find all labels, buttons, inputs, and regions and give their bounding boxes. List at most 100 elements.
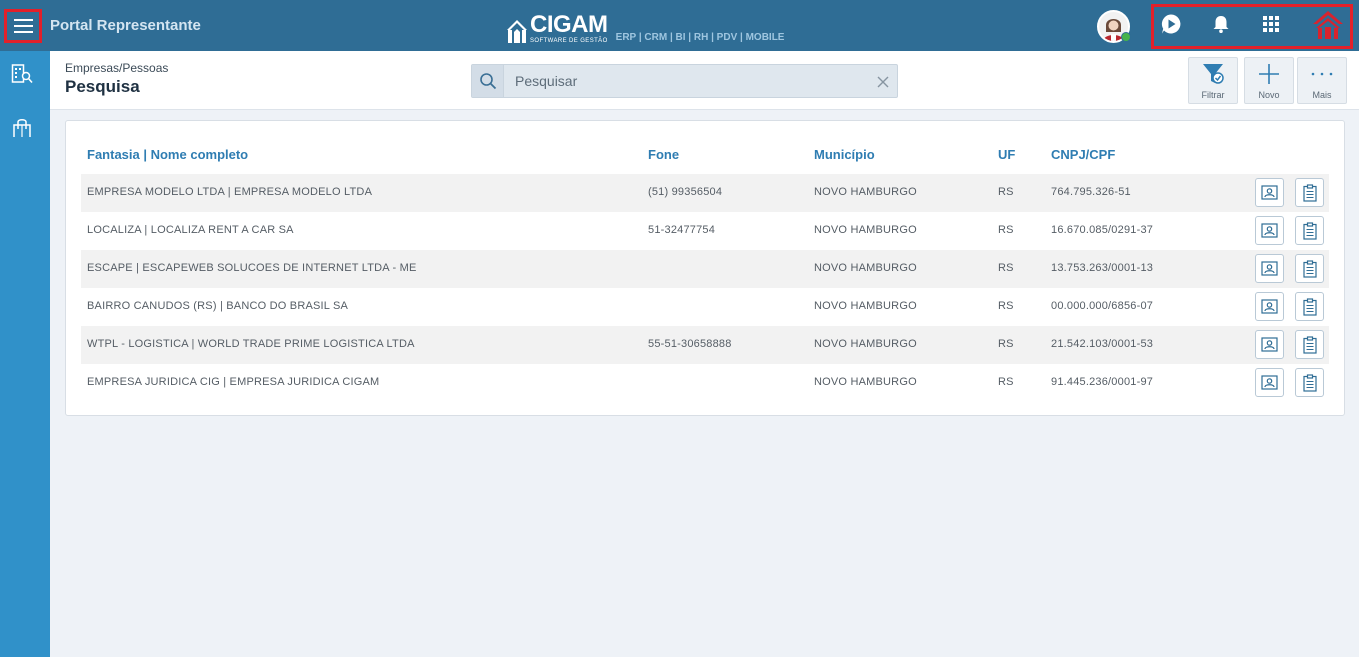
table-row[interactable]: ESCAPE | ESCAPEWEB SOLUCOES DE INTERNET … <box>81 250 1329 288</box>
table-row[interactable]: BAIRRO CANUDOS (RS) | BANCO DO BRASIL SA… <box>81 288 1329 326</box>
search-input[interactable] <box>505 65 865 97</box>
results-table: Fantasia | Nome completo Fone Município … <box>65 120 1345 416</box>
view-contact-button[interactable] <box>1255 178 1284 207</box>
logo-subtitle: SOFTWARE DE GESTÃO <box>530 38 608 44</box>
column-header-name[interactable]: Fantasia | Nome completo <box>87 147 248 162</box>
cell-phone: 55-51-30658888 <box>648 338 732 350</box>
sidebar-item-companies[interactable] <box>11 63 35 87</box>
plus-icon <box>1259 64 1279 84</box>
view-details-button[interactable] <box>1295 368 1324 397</box>
contact-card-icon <box>1261 185 1278 200</box>
cell-uf: RS <box>998 262 1014 274</box>
contact-card-icon <box>1261 337 1278 352</box>
cell-uf: RS <box>998 376 1014 388</box>
cell-phone: 51-32477754 <box>648 224 716 236</box>
view-contact-button[interactable] <box>1255 292 1284 321</box>
bell-icon <box>1213 16 1229 33</box>
cell-document: 764.795.326-51 <box>1051 186 1131 198</box>
cell-uf: RS <box>998 300 1014 312</box>
cell-document: 16.670.085/0291-37 <box>1051 224 1154 236</box>
view-contact-button[interactable] <box>1255 216 1284 245</box>
cell-name: EMPRESA JURIDICA CIG | EMPRESA JURIDICA … <box>87 376 380 388</box>
play-button[interactable] <box>1159 12 1183 36</box>
hamburger-menu-button[interactable] <box>4 9 42 43</box>
clipboard-icon <box>1302 183 1317 202</box>
cell-name: EMPRESA MODELO LTDA | EMPRESA MODELO LTD… <box>87 186 373 198</box>
cell-uf: RS <box>998 186 1014 198</box>
apps-grid-icon <box>1263 16 1279 32</box>
filter-label: Filtrar <box>1201 90 1225 100</box>
filter-button[interactable]: Filtrar <box>1188 57 1238 104</box>
filter-icon <box>1203 64 1224 84</box>
contact-card-icon <box>1261 223 1278 238</box>
cell-phone: (51) 99356504 <box>648 186 723 198</box>
search-button[interactable] <box>472 65 504 97</box>
column-header-city[interactable]: Município <box>814 147 875 162</box>
cell-city: NOVO HAMBURGO <box>814 300 917 312</box>
cell-city: NOVO HAMBURGO <box>814 186 917 198</box>
search-box <box>471 64 898 98</box>
more-label: Mais <box>1312 90 1332 100</box>
page-header: Empresas/Pessoas Pesquisa Filtrar <box>50 51 1359 110</box>
clear-search-button[interactable] <box>877 75 889 88</box>
more-dots-icon <box>1311 72 1333 76</box>
clipboard-icon <box>1302 259 1317 278</box>
cell-city: NOVO HAMBURGO <box>814 224 917 236</box>
table-row[interactable]: EMPRESA JURIDICA CIG | EMPRESA JURIDICA … <box>81 364 1329 402</box>
clipboard-icon <box>1302 373 1317 392</box>
cell-name: BAIRRO CANUDOS (RS) | BANCO DO BRASIL SA <box>87 300 349 312</box>
logo-products: ERP | CRM | BI | RH | PDV | MOBILE <box>615 32 785 43</box>
breadcrumb[interactable]: Empresas/Pessoas <box>65 61 168 75</box>
table-row[interactable]: EMPRESA MODELO LTDA | EMPRESA MODELO LTD… <box>81 174 1329 212</box>
building-search-icon <box>11 64 33 84</box>
cell-document: 21.542.103/0001-53 <box>1051 338 1154 350</box>
cell-name: WTPL - LOGISTICA | WORLD TRADE PRIME LOG… <box>87 338 415 350</box>
view-contact-button[interactable] <box>1255 330 1284 359</box>
view-details-button[interactable] <box>1295 292 1324 321</box>
page-title: Pesquisa <box>65 77 140 96</box>
cell-document: 00.000.000/6856-07 <box>1051 300 1154 312</box>
contact-card-icon <box>1261 375 1278 390</box>
cell-document: 13.753.263/0001-13 <box>1051 262 1154 274</box>
sidebar-item-orders[interactable] <box>11 117 35 141</box>
notifications-button[interactable] <box>1209 12 1233 36</box>
column-header-phone[interactable]: Fone <box>648 147 679 162</box>
column-header-uf[interactable]: UF <box>998 147 1015 162</box>
column-header-document[interactable]: CNPJ/CPF <box>1051 147 1115 162</box>
shopping-bag-icon <box>13 119 31 137</box>
clipboard-icon <box>1302 335 1317 354</box>
table-row[interactable]: LOCALIZA | LOCALIZA RENT A CAR SA 51-324… <box>81 212 1329 250</box>
more-button[interactable]: Mais <box>1297 57 1347 104</box>
cell-city: NOVO HAMBURGO <box>814 262 917 274</box>
logo-word: CIGAM <box>530 11 608 38</box>
view-details-button[interactable] <box>1295 216 1324 245</box>
apps-button[interactable] <box>1259 12 1283 36</box>
table-row[interactable]: WTPL - LOGISTICA | WORLD TRADE PRIME LOG… <box>81 326 1329 364</box>
search-icon <box>479 73 496 90</box>
sidebar <box>0 51 50 657</box>
cell-uf: RS <box>998 224 1014 236</box>
play-circle-icon <box>1161 14 1181 34</box>
contact-card-icon <box>1261 261 1278 276</box>
cell-name: LOCALIZA | LOCALIZA RENT A CAR SA <box>87 224 294 236</box>
cell-uf: RS <box>998 338 1014 350</box>
view-details-button[interactable] <box>1295 254 1324 283</box>
cigam-logo: CIGAM SOFTWARE DE GESTÃO ERP | CRM | BI … <box>507 13 784 44</box>
cell-name: ESCAPE | ESCAPEWEB SOLUCOES DE INTERNET … <box>87 262 417 274</box>
online-status-dot <box>1121 32 1131 42</box>
view-contact-button[interactable] <box>1255 368 1284 397</box>
new-label: Novo <box>1258 90 1280 100</box>
cell-document: 91.445.236/0001-97 <box>1051 376 1154 388</box>
hamburger-menu-icon <box>13 19 33 21</box>
top-bar: Portal Representante CIGAM SOFTWARE DE G… <box>0 0 1359 51</box>
view-details-button[interactable] <box>1295 330 1324 359</box>
view-details-button[interactable] <box>1295 178 1324 207</box>
home-button[interactable] <box>1312 9 1344 41</box>
cigam-logo-mark <box>507 20 527 43</box>
close-icon <box>877 76 889 88</box>
new-button[interactable]: Novo <box>1244 57 1294 104</box>
app-title: Portal Representante <box>50 17 201 34</box>
clipboard-icon <box>1302 297 1317 316</box>
cell-city: NOVO HAMBURGO <box>814 376 917 388</box>
view-contact-button[interactable] <box>1255 254 1284 283</box>
